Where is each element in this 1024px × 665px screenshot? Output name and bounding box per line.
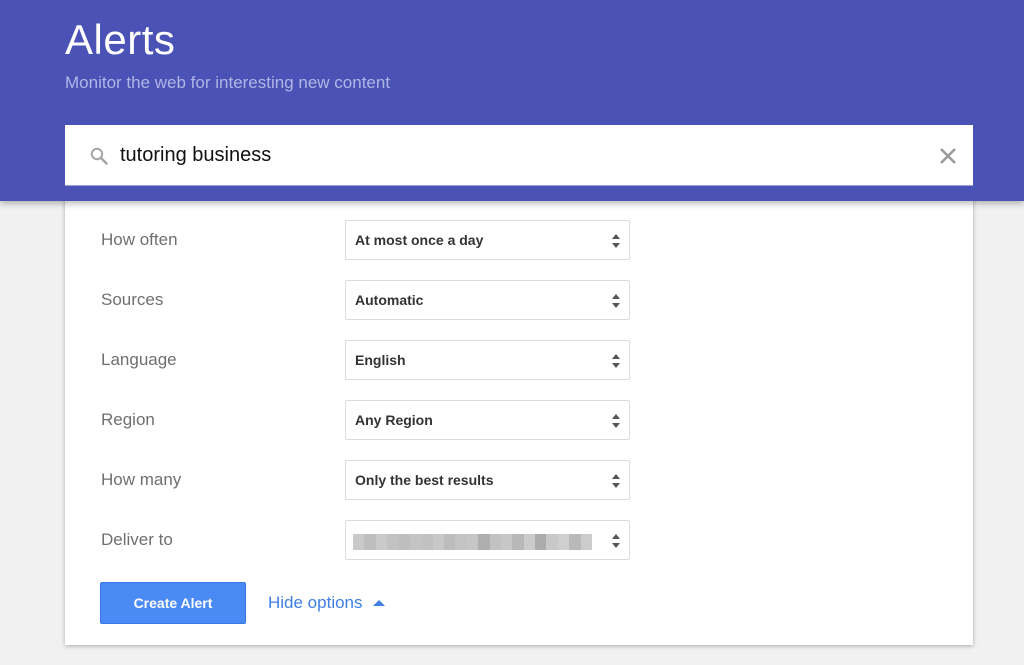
language-label: Language <box>101 350 177 369</box>
hide-options-label: Hide options <box>268 593 363 612</box>
sources-label: Sources <box>101 290 164 309</box>
select-arrows-icon <box>612 234 620 248</box>
how-many-value: Only the best results <box>355 472 494 488</box>
select-arrows-icon <box>612 414 620 428</box>
redacted-email <box>353 534 592 550</box>
how-often-value: At most once a day <box>355 232 484 248</box>
region-value: Any Region <box>355 412 433 428</box>
sources-select[interactable]: Automatic <box>345 280 630 320</box>
select-arrows-icon <box>612 354 620 368</box>
deliver-to-label: Deliver to <box>101 530 173 549</box>
close-icon[interactable] <box>939 147 957 165</box>
hide-options-link[interactable]: Hide options <box>268 593 385 613</box>
how-many-select[interactable]: Only the best results <box>345 460 630 500</box>
create-alert-button[interactable]: Create Alert <box>100 582 246 624</box>
search-icon <box>90 147 108 165</box>
select-arrows-icon <box>612 474 620 488</box>
region-label: Region <box>101 410 155 429</box>
search-input[interactable] <box>120 139 900 171</box>
select-arrows-icon <box>612 294 620 308</box>
search-bar <box>65 125 973 186</box>
how-many-label: How many <box>101 470 182 489</box>
language-value: English <box>355 352 406 368</box>
page-title: Alerts <box>65 16 176 63</box>
page-subtitle: Monitor the web for interesting new cont… <box>65 73 391 92</box>
deliver-to-select[interactable] <box>345 520 630 560</box>
how-often-select[interactable]: At most once a day <box>345 220 630 260</box>
sources-value: Automatic <box>355 292 424 308</box>
language-select[interactable]: English <box>345 340 630 380</box>
select-arrows-icon <box>612 534 620 548</box>
caret-up-icon <box>372 600 385 606</box>
how-often-label: How often <box>101 230 178 249</box>
region-select[interactable]: Any Region <box>345 400 630 440</box>
